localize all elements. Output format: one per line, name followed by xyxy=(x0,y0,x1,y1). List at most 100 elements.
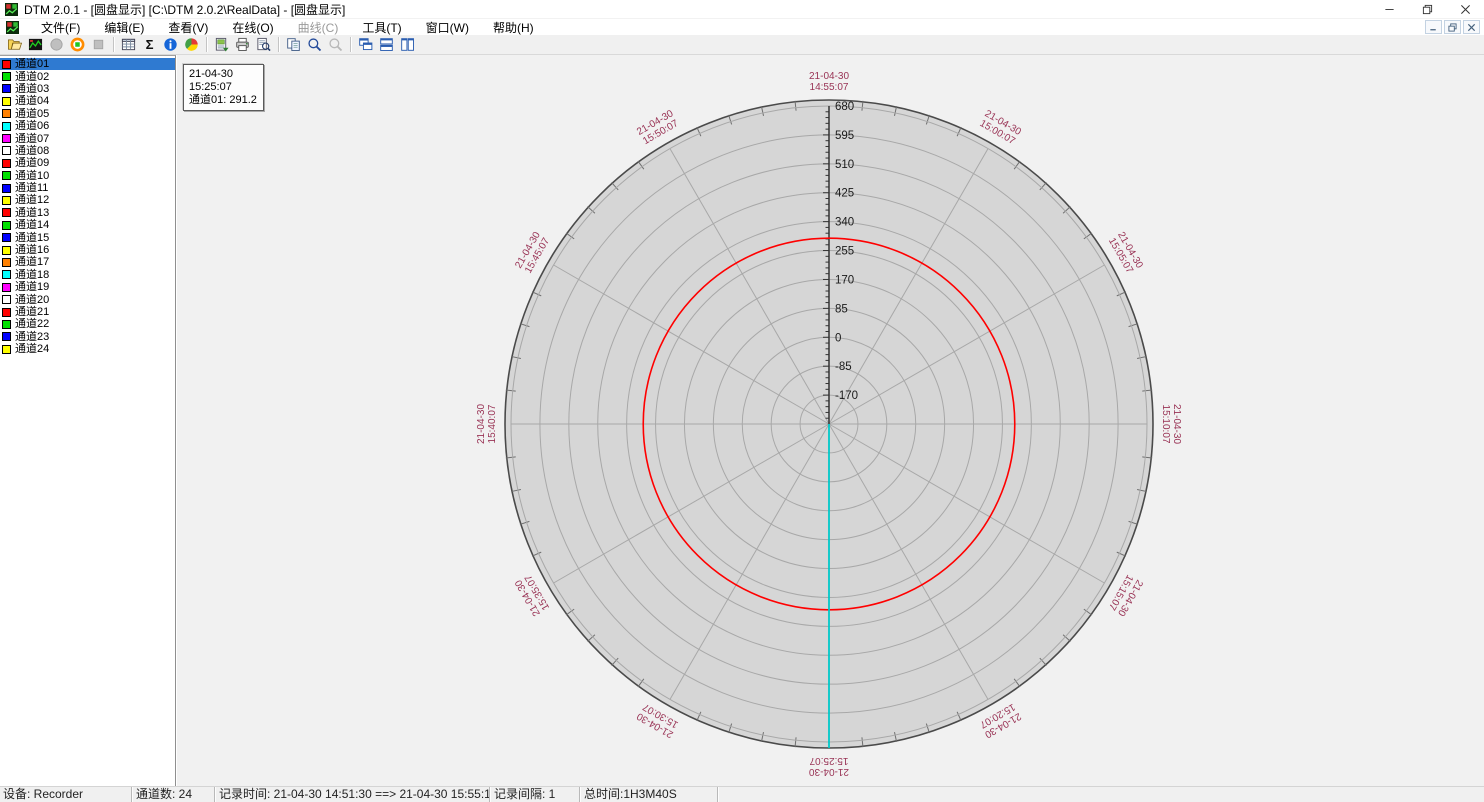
toolbar-separator xyxy=(350,37,351,52)
channel-color-swatch xyxy=(2,270,11,279)
app-window: DTM 2.0.1 - [圆盘显示] [C:\DTM 2.0.2\RealDat… xyxy=(0,0,1484,802)
menu-item-7[interactable]: 窗口(W) xyxy=(414,19,481,36)
svg-text:21-04-30: 21-04-30 xyxy=(476,404,487,444)
channel-label: 通道06 xyxy=(15,120,49,132)
mdi-close-button[interactable] xyxy=(1463,20,1480,34)
channel-color-swatch xyxy=(2,320,11,329)
channel-list: 通道01通道02通道03通道04通道05通道06通道07通道08通道09通道10… xyxy=(0,55,176,786)
svg-text:21-04-30: 21-04-30 xyxy=(1171,404,1182,444)
channel-label: 通道07 xyxy=(15,133,49,145)
toolbar: Σ xyxy=(0,35,1484,55)
channel-color-swatch xyxy=(2,60,11,69)
channel-item-22[interactable]: 通道22 xyxy=(0,318,175,330)
polar-chart-area[interactable]: -170-8508517025534042551059568021-04-301… xyxy=(177,55,1484,786)
tooltip-line: 21-04-30 xyxy=(189,68,257,81)
channel-label: 通道02 xyxy=(15,71,49,83)
data-grid-icon[interactable] xyxy=(118,36,139,54)
channel-item-18[interactable]: 通道18 xyxy=(0,269,175,281)
channel-item-15[interactable]: 通道15 xyxy=(0,231,175,243)
tile-vertical-icon[interactable] xyxy=(397,36,418,54)
open-file-icon[interactable] xyxy=(4,36,25,54)
channel-item-20[interactable]: 通道20 xyxy=(0,293,175,305)
channel-item-5[interactable]: 通道05 xyxy=(0,108,175,120)
channel-label: 通道01 xyxy=(15,58,49,70)
toolbar-separator xyxy=(206,37,207,52)
status-segment-1: 设备: Recorder xyxy=(0,787,132,802)
menu-item-5: 曲线(C) xyxy=(286,19,351,36)
document-icon xyxy=(6,21,19,34)
print-preview-icon[interactable] xyxy=(253,36,274,54)
radial-axis-label: 680 xyxy=(835,101,854,113)
channel-label: 通道09 xyxy=(15,157,49,169)
radial-axis-label: 255 xyxy=(835,246,854,258)
radial-axis-label: 510 xyxy=(835,159,854,171)
curve-display-icon[interactable] xyxy=(25,36,46,54)
zoom-out-icon xyxy=(325,36,346,54)
print-icon[interactable] xyxy=(232,36,253,54)
menu-item-1[interactable]: 文件(F) xyxy=(29,19,92,36)
channel-item-21[interactable]: 通道21 xyxy=(0,306,175,318)
channel-color-swatch xyxy=(2,208,11,217)
mdi-window-controls xyxy=(1425,20,1480,34)
polar-chart[interactable]: -170-8508517025534042551059568021-04-301… xyxy=(177,55,1484,786)
menu-item-4[interactable]: 在线(O) xyxy=(220,19,285,36)
channel-label: 通道05 xyxy=(15,108,49,120)
time-label: 21-04-3015:25:07 xyxy=(809,755,849,777)
radial-axis-label: 0 xyxy=(835,332,841,344)
export-image-icon[interactable] xyxy=(211,36,232,54)
channel-item-13[interactable]: 通道13 xyxy=(0,207,175,219)
channel-item-12[interactable]: 通道12 xyxy=(0,194,175,206)
time-label: 21-04-3015:40:07 xyxy=(476,404,498,444)
statistics-icon[interactable]: Σ xyxy=(139,36,160,54)
restore-button[interactable] xyxy=(1408,0,1446,18)
close-button[interactable] xyxy=(1446,0,1484,18)
channel-color-swatch xyxy=(2,308,11,317)
channel-item-14[interactable]: 通道14 xyxy=(0,219,175,231)
tile-horizontal-icon[interactable] xyxy=(376,36,397,54)
menu-item-8[interactable]: 帮助(H) xyxy=(481,19,546,36)
mdi-restore-button[interactable] xyxy=(1444,20,1461,34)
channel-item-19[interactable]: 通道19 xyxy=(0,281,175,293)
svg-text:15:25:07: 15:25:07 xyxy=(809,755,848,766)
zoom-icon[interactable] xyxy=(304,36,325,54)
channel-item-3[interactable]: 通道03 xyxy=(0,83,175,95)
channel-item-24[interactable]: 通道24 xyxy=(0,343,175,355)
svg-text:15:10:07: 15:10:07 xyxy=(1160,405,1171,444)
channel-item-1[interactable]: 通道01 xyxy=(0,58,175,70)
channel-label: 通道10 xyxy=(15,170,49,182)
tooltip-line: 15:25:07 xyxy=(189,81,257,94)
channel-item-17[interactable]: 通道17 xyxy=(0,256,175,268)
title-bar: DTM 2.0.1 - [圆盘显示] [C:\DTM 2.0.2\RealDat… xyxy=(0,0,1484,19)
menu-item-6[interactable]: 工具(T) xyxy=(350,19,413,36)
channel-item-23[interactable]: 通道23 xyxy=(0,331,175,343)
status-segment-fill xyxy=(718,787,1484,802)
radial-axis-label: 425 xyxy=(835,188,854,200)
menu-item-2[interactable]: 编辑(E) xyxy=(92,19,156,36)
channel-item-7[interactable]: 通道07 xyxy=(0,132,175,144)
mdi-minimize-button[interactable] xyxy=(1425,20,1442,34)
channel-color-swatch xyxy=(2,122,11,131)
channel-item-11[interactable]: 通道11 xyxy=(0,182,175,194)
record-icon[interactable] xyxy=(67,36,88,54)
channel-item-10[interactable]: 通道10 xyxy=(0,170,175,182)
info-icon[interactable] xyxy=(160,36,181,54)
minimize-button[interactable] xyxy=(1370,0,1408,18)
channel-item-16[interactable]: 通道16 xyxy=(0,244,175,256)
app-icon xyxy=(5,3,18,16)
stop-icon xyxy=(88,36,109,54)
channel-item-6[interactable]: 通道06 xyxy=(0,120,175,132)
channel-item-9[interactable]: 通道09 xyxy=(0,157,175,169)
menu-bar: 文件(F)编辑(E)查看(V)在线(O)曲线(C)工具(T)窗口(W)帮助(H) xyxy=(0,19,1484,35)
channel-color-swatch xyxy=(2,134,11,143)
channel-label: 通道13 xyxy=(15,207,49,219)
channel-item-2[interactable]: 通道02 xyxy=(0,70,175,82)
menu-item-3[interactable]: 查看(V) xyxy=(156,19,220,36)
disc-view-icon[interactable] xyxy=(181,36,202,54)
radial-axis-label: 340 xyxy=(835,217,854,229)
channel-color-swatch xyxy=(2,196,11,205)
channel-item-4[interactable]: 通道04 xyxy=(0,95,175,107)
channel-item-8[interactable]: 通道08 xyxy=(0,145,175,157)
channel-color-swatch xyxy=(2,72,11,81)
copy-icon[interactable] xyxy=(283,36,304,54)
cascade-windows-icon[interactable] xyxy=(355,36,376,54)
